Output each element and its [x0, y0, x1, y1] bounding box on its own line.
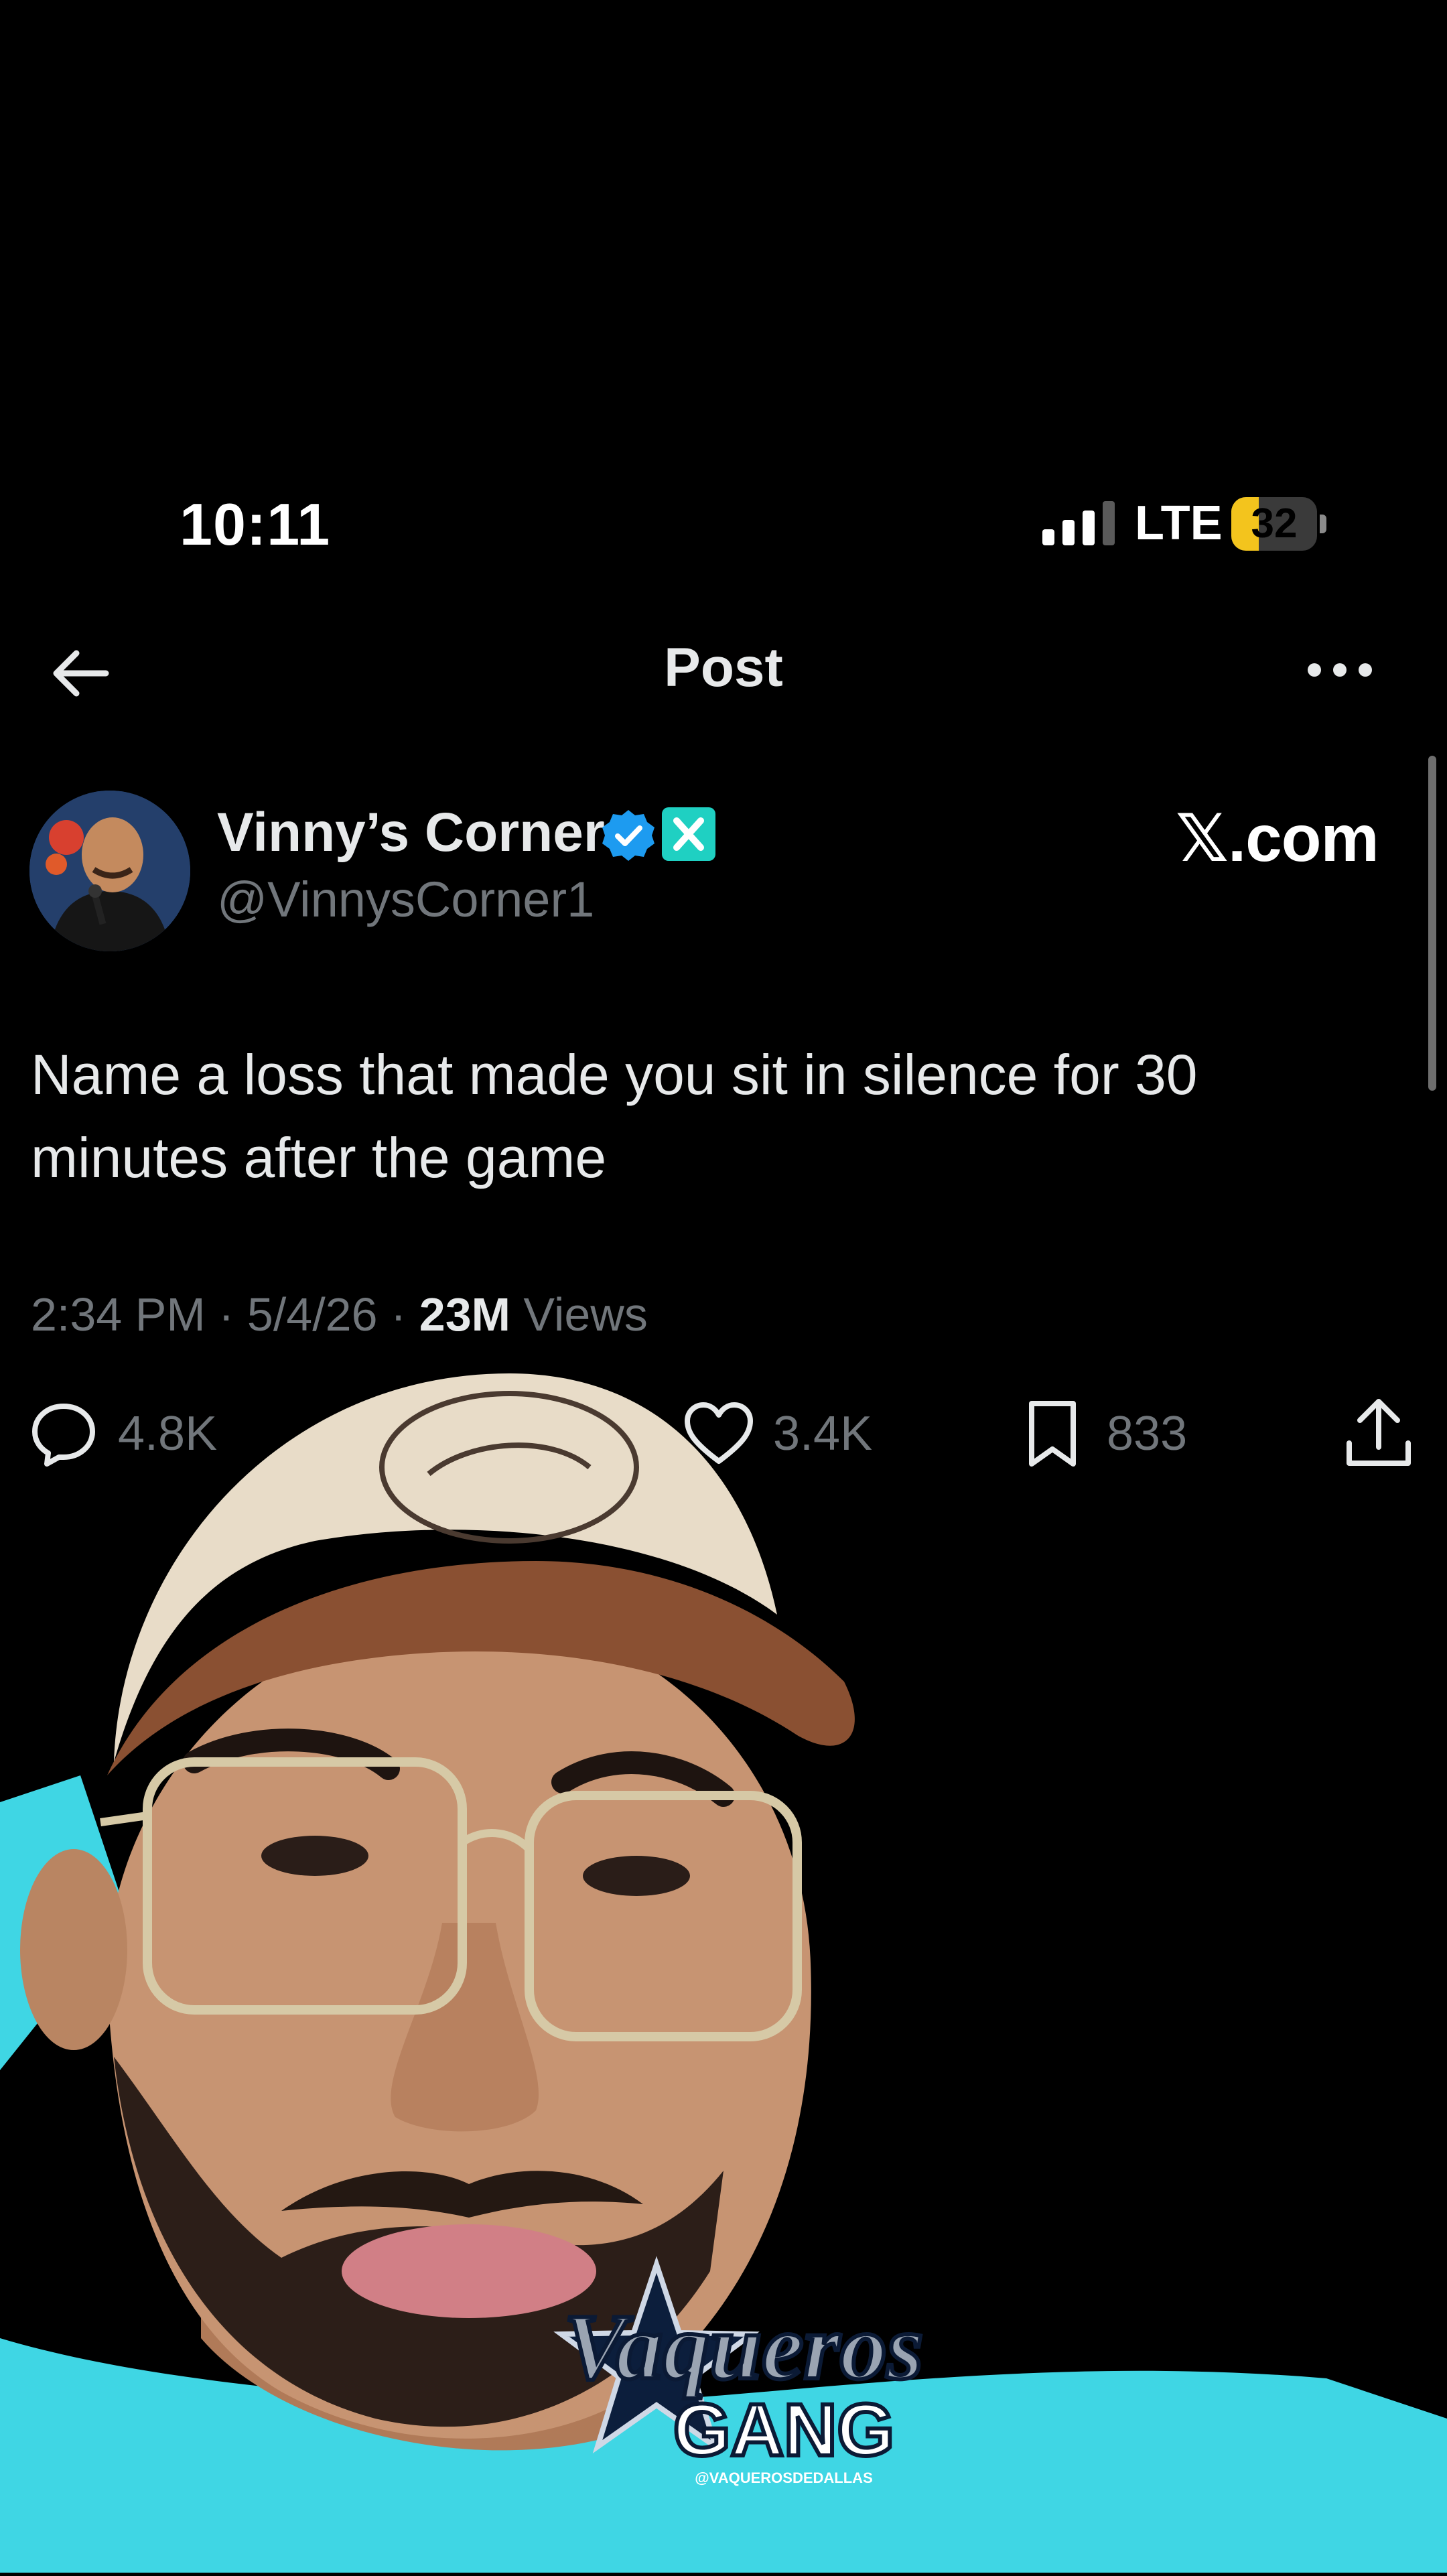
page-title: Post — [664, 637, 783, 698]
watermark-logo: Vaqueros GANG @VAQUEROSDEDALLAS — [536, 2251, 925, 2506]
watermark-handle: @VAQUEROSDEDALLAS — [695, 2469, 873, 2486]
watermark-gang: GANG — [673, 2389, 894, 2471]
author-handle[interactable]: @VinnysCorner1 — [217, 871, 594, 928]
avatar[interactable] — [29, 791, 190, 951]
affiliate-badge-icon — [662, 807, 715, 861]
battery-level: 32 — [1251, 500, 1298, 547]
battery-icon: 32 — [1231, 497, 1328, 551]
site-watermark: 𝕏.com — [1176, 801, 1379, 875]
post-text: Name a loss that made you sit in silence… — [31, 1043, 1198, 1189]
network-type: LTE — [1135, 496, 1223, 550]
back-arrow-icon[interactable] — [47, 640, 114, 707]
author-display-name[interactable]: Vinny’s Corner — [217, 801, 605, 864]
more-options-icon[interactable] — [1300, 643, 1380, 697]
scrollbar[interactable] — [1428, 756, 1436, 1091]
status-time: 10:11 — [180, 491, 331, 557]
signal-strength-icon — [1042, 501, 1115, 545]
watermark-script: Vaqueros — [564, 2295, 924, 2399]
verified-badge-icon — [600, 807, 657, 864]
